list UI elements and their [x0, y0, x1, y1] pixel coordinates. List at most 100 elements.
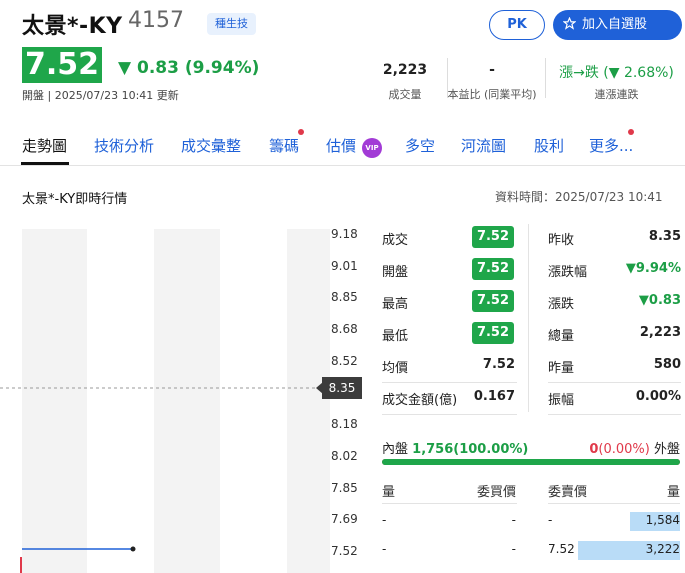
y-tick-label: 8.85 — [331, 290, 358, 305]
divider — [382, 414, 517, 415]
price-change-value: 0.83 (9.94%) — [137, 58, 260, 78]
bid-price: - — [511, 542, 516, 556]
tab-river[interactable]: 河流圖 — [461, 135, 506, 156]
bid-price-header: 委買價 — [476, 485, 516, 500]
divider — [548, 503, 680, 504]
down-arrow-icon: ▼ — [118, 58, 132, 78]
ask-volume: 1,584 — [645, 513, 680, 527]
inner-volume: 內盤 1,756(100.00%) — [382, 438, 528, 457]
streak-label: 連漲連跌 — [594, 88, 639, 101]
stock-name: 太景*-KY — [22, 14, 123, 39]
pe-label: 本益比 (同業平均) — [447, 88, 537, 101]
ask-price: 7.52 — [548, 542, 575, 556]
y-tick-label: 7.69 — [331, 512, 358, 527]
tab-chips[interactable]: 籌碼 — [269, 135, 299, 156]
add-watchlist-button[interactable]: 加入自選股 — [553, 10, 682, 40]
current-price: 7.52 — [22, 47, 102, 83]
quote-label: 成交 — [382, 233, 409, 248]
quote-label: 漲跌 — [548, 297, 575, 312]
quote-value: 0.00% — [635, 389, 681, 404]
ask-volume-header: 量 — [666, 485, 680, 500]
y-tick-label: 8.68 — [331, 322, 358, 337]
chart-band — [287, 229, 330, 573]
section-title: 太景*-KY即時行情 — [22, 192, 128, 207]
outer-percent: (0.00%) — [598, 442, 650, 457]
stock-code: 4157 — [128, 8, 184, 33]
ask-price: - — [548, 513, 553, 527]
divider — [528, 224, 529, 412]
quote-label: 最低 — [382, 329, 409, 344]
price-change: ▼ 0.83 (9.94%) — [118, 58, 259, 78]
tab-valuation[interactable]: 估價 — [326, 135, 356, 156]
quote-value: 0.167 — [473, 389, 515, 404]
quote-label: 最高 — [382, 297, 409, 312]
outer-label: 外盤 — [653, 442, 680, 457]
star-icon — [562, 16, 577, 30]
quote-value: 2,223 — [639, 325, 681, 340]
tab-more[interactable]: 更多... — [589, 135, 633, 156]
active-tab-indicator — [21, 162, 69, 165]
outer-volume: 0(0.00%) 外盤 — [589, 438, 680, 457]
bid-volume-header: 量 — [382, 485, 396, 500]
quote-label: 漲跌幅 — [548, 265, 588, 280]
inout-bar-fill — [382, 459, 680, 465]
pk-button[interactable]: PK — [489, 10, 545, 40]
tab-dividend[interactable]: 股利 — [534, 135, 564, 156]
tab-bull-bear[interactable]: 多空 — [405, 135, 435, 156]
divider — [382, 503, 517, 504]
volume-value: 2,223 — [382, 62, 428, 78]
divider — [545, 58, 546, 98]
inner-label: 內盤 — [382, 442, 409, 457]
reference-price-label: 8.35 — [322, 377, 362, 399]
y-tick-label: 7.85 — [331, 480, 358, 495]
quote-value: 7.52 — [472, 290, 514, 312]
volume-label: 成交量 — [388, 88, 422, 101]
quote-value: 7.52 — [472, 258, 514, 280]
bid-volume: - — [382, 542, 387, 556]
chart-band — [22, 229, 87, 573]
bid-price: - — [511, 513, 516, 527]
tab-trend[interactable]: 走勢圖 — [22, 135, 67, 156]
last-price-point — [130, 546, 136, 552]
add-watchlist-label: 加入自選股 — [582, 17, 648, 32]
quote-label: 均價 — [382, 361, 409, 376]
tab-technical[interactable]: 技術分析 — [94, 135, 154, 156]
quote-label: 總量 — [548, 329, 575, 344]
divider — [548, 382, 681, 383]
intraday-chart[interactable] — [0, 225, 330, 573]
volume-bar — [20, 557, 22, 573]
pe-value: - — [489, 62, 495, 78]
vip-badge: VIP — [362, 138, 382, 158]
update-time: 開盤 | 2025/07/23 10:41 更新 — [22, 89, 179, 102]
notification-dot — [628, 129, 634, 135]
quote-label: 開盤 — [382, 265, 409, 280]
ask-price-header: 委賣價 — [548, 485, 588, 500]
chart-band — [154, 229, 220, 573]
quote-value: 7.52 — [472, 226, 514, 248]
sector-badge[interactable]: 種生技 — [207, 13, 256, 35]
divider — [382, 382, 517, 383]
inner-value: 1,756(100.00%) — [412, 442, 529, 457]
quote-label: 昨量 — [548, 361, 575, 376]
notification-dot — [298, 129, 304, 135]
quote-value: 580 — [653, 357, 681, 372]
quote-label: 昨收 — [548, 233, 575, 248]
tab-divider — [0, 165, 685, 166]
y-tick-label: 8.18 — [331, 417, 358, 432]
y-tick-label: 9.18 — [331, 227, 358, 241]
quote-value: ▼0.83 — [638, 293, 681, 308]
quote-value: 8.35 — [648, 229, 681, 244]
quote-value: 7.52 — [472, 322, 514, 344]
y-tick-label: 8.02 — [331, 448, 358, 463]
y-tick-label: 8.52 — [331, 353, 358, 368]
quote-label: 成交金額(億) — [382, 393, 458, 408]
quote-value: 7.52 — [482, 357, 515, 372]
ask-volume: 3,222 — [645, 542, 680, 556]
tab-trades[interactable]: 成交彙整 — [181, 135, 241, 156]
divider — [548, 414, 681, 415]
reference-pointer — [316, 382, 323, 394]
quote-value: ▼9.94% — [625, 261, 681, 276]
streak-value: 漲→跌 (▼ 2.68%) — [559, 65, 674, 81]
data-time: 資料時間：2025/07/23 10:41 — [495, 190, 663, 204]
quote-label: 振幅 — [548, 393, 575, 408]
